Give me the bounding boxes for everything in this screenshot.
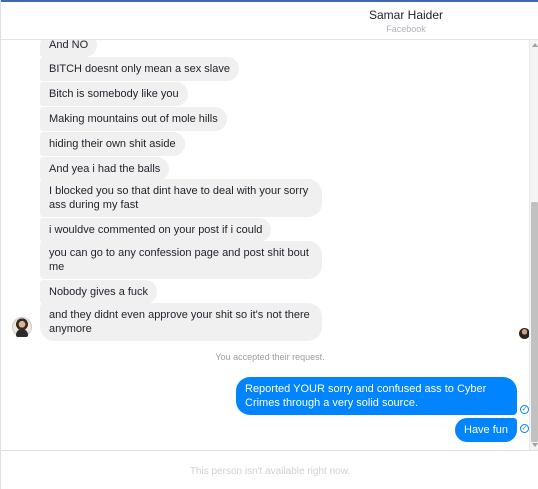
thread-scrollbar[interactable] <box>529 40 538 450</box>
incoming-message[interactable]: And NO <box>40 40 98 57</box>
scroll-down-arrow-icon[interactable] <box>532 443 538 447</box>
outgoing-message[interactable]: Have fun <box>455 418 518 442</box>
incoming-message[interactable]: I blocked you so that dint have to deal … <box>40 179 322 217</box>
messenger-window: Samar Haider Facebook And NO BITCH doesn… <box>0 0 538 489</box>
incoming-message[interactable]: and they didnt even approve your shit so… <box>40 303 322 341</box>
incoming-message[interactable]: And yea i had the balls <box>40 157 170 181</box>
incoming-message[interactable]: Making mountains out of mole hills <box>40 107 227 131</box>
composer-area: This person isn't available right now. <box>1 450 538 489</box>
incoming-message[interactable]: BITCH doesnt only mean a sex slave <box>40 57 239 81</box>
contact-source: Facebook <box>386 24 426 34</box>
scroll-up-arrow-icon[interactable] <box>532 43 538 47</box>
contact-name[interactable]: Samar Haider <box>1 8 538 22</box>
unavailable-notice: This person isn't available right now. <box>189 466 351 477</box>
conversation-header: Samar Haider Facebook <box>1 2 538 40</box>
request-accepted-note: You accepted their request. <box>215 352 325 362</box>
incoming-message[interactable]: you can go to any confession page and po… <box>40 241 322 279</box>
scroll-thumb[interactable] <box>531 202 538 442</box>
sent-check-icon: ✓ <box>520 405 529 414</box>
incoming-message[interactable]: hiding their own shit aside <box>40 132 185 156</box>
seen-avatar <box>519 328 529 339</box>
incoming-message[interactable]: Nobody gives a fuck <box>40 280 158 304</box>
outgoing-message[interactable]: Reported YOUR sorry and confused ass to … <box>236 377 517 415</box>
incoming-message[interactable]: i wouldve commented on your post if i co… <box>40 218 272 242</box>
message-thread[interactable]: And NO BITCH doesnt only mean a sex slav… <box>1 40 529 450</box>
incoming-message[interactable]: Bitch is somebody like you <box>40 82 188 106</box>
contact-avatar[interactable] <box>12 317 32 337</box>
sent-check-icon: ✓ <box>520 424 529 433</box>
